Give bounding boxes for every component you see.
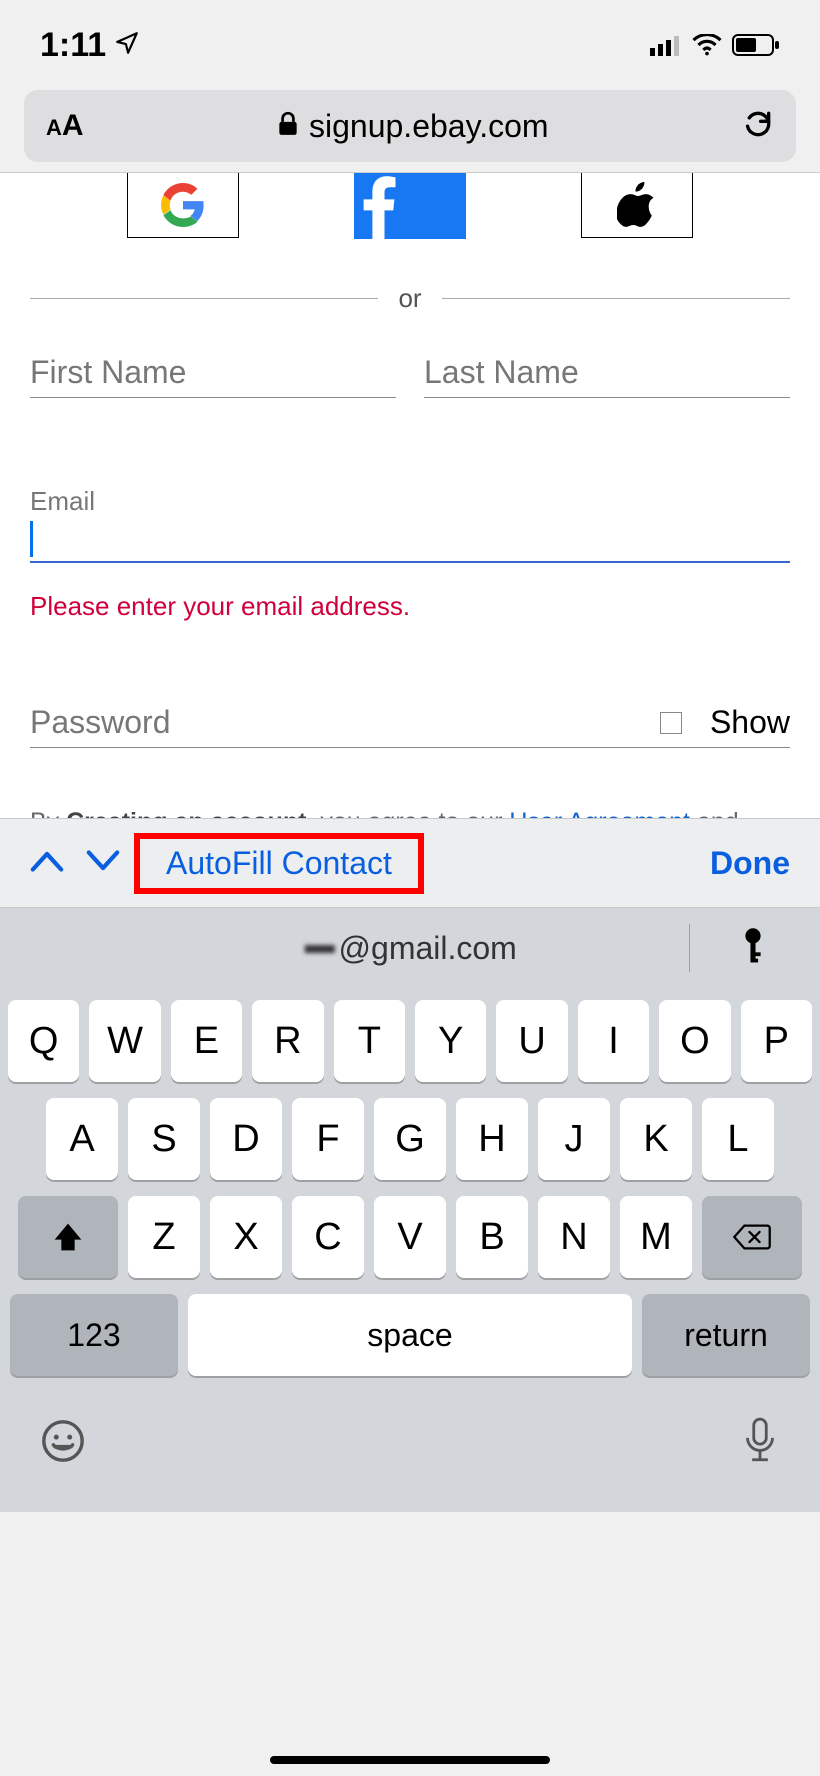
autofill-contact-button[interactable]: AutoFill Contact xyxy=(152,839,406,887)
text-size-button[interactable]: AA xyxy=(46,109,84,143)
key-c[interactable]: C xyxy=(292,1196,364,1278)
or-divider: or xyxy=(30,283,790,314)
keyboard-footer xyxy=(0,1394,820,1512)
password-field[interactable]: Password xyxy=(30,704,660,741)
page-content: or First Name Last Name Email Please ent… xyxy=(0,172,820,818)
reload-icon[interactable] xyxy=(742,108,774,145)
status-time: 1:11 xyxy=(40,26,106,65)
prev-field-icon[interactable] xyxy=(30,849,64,878)
key-s[interactable]: S xyxy=(128,1098,200,1180)
emoji-icon[interactable] xyxy=(40,1418,86,1469)
apple-signin-button[interactable] xyxy=(581,172,693,238)
numbers-key[interactable]: 123 xyxy=(10,1294,178,1376)
first-name-placeholder: First Name xyxy=(30,354,186,391)
wifi-icon xyxy=(692,26,722,65)
key-h[interactable]: H xyxy=(456,1098,528,1180)
cellular-icon xyxy=(650,26,682,65)
browser-address-bar[interactable]: AA signup.ebay.com xyxy=(24,90,796,162)
key-y[interactable]: Y xyxy=(415,1000,486,1082)
key-v[interactable]: V xyxy=(374,1196,446,1278)
key-p[interactable]: P xyxy=(741,1000,812,1082)
show-password-label[interactable]: Show xyxy=(710,704,790,741)
key-g[interactable]: G xyxy=(374,1098,446,1180)
key-q[interactable]: Q xyxy=(8,1000,79,1082)
key-a[interactable]: A xyxy=(46,1098,118,1180)
shift-key[interactable] xyxy=(18,1196,118,1278)
email-field[interactable] xyxy=(30,517,790,563)
first-name-field[interactable]: First Name xyxy=(30,358,396,398)
key-t[interactable]: T xyxy=(334,1000,405,1082)
key-d[interactable]: D xyxy=(210,1098,282,1180)
last-name-field[interactable]: Last Name xyxy=(424,358,790,398)
email-suggestion[interactable]: ▪▪▪▪ @gmail.com xyxy=(303,930,517,967)
last-name-placeholder: Last Name xyxy=(424,354,579,391)
key-x[interactable]: X xyxy=(210,1196,282,1278)
facebook-signin-button[interactable] xyxy=(354,173,466,239)
email-error-text: Please enter your email address. xyxy=(30,591,790,622)
email-label: Email xyxy=(30,486,790,517)
home-indicator[interactable] xyxy=(270,1756,550,1764)
key-k[interactable]: K xyxy=(620,1098,692,1180)
keyboard-suggestion-bar: ▪▪▪▪ @gmail.com xyxy=(0,908,820,988)
user-agreement-link[interactable]: User Agreement xyxy=(509,808,690,818)
key-f[interactable]: F xyxy=(292,1098,364,1180)
show-password-checkbox[interactable] xyxy=(660,712,682,734)
key-r[interactable]: R xyxy=(252,1000,323,1082)
url-text: signup.ebay.com xyxy=(309,108,549,145)
key-m[interactable]: M xyxy=(620,1196,692,1278)
status-bar: 1:11 xyxy=(0,0,820,90)
key-i[interactable]: I xyxy=(578,1000,649,1082)
or-text: or xyxy=(398,283,421,314)
google-signin-button[interactable] xyxy=(127,172,239,238)
key-u[interactable]: U xyxy=(496,1000,567,1082)
next-field-icon[interactable] xyxy=(86,849,120,878)
key-w[interactable]: W xyxy=(89,1000,160,1082)
key-b[interactable]: B xyxy=(456,1196,528,1278)
keyboard: QWERTYUIOP ASDFGHJKL ZXCVBNM 123 space r… xyxy=(0,988,820,1394)
keyboard-done-button[interactable]: Done xyxy=(710,845,790,882)
key-j[interactable]: J xyxy=(538,1098,610,1180)
autofill-highlight: AutoFill Contact xyxy=(134,833,424,894)
key-n[interactable]: N xyxy=(538,1196,610,1278)
dictation-icon[interactable] xyxy=(740,1416,780,1471)
terms-text: By Creating an account, you agree to our… xyxy=(30,804,790,818)
passwords-icon[interactable] xyxy=(738,927,768,970)
space-key[interactable]: space xyxy=(188,1294,632,1376)
key-o[interactable]: O xyxy=(659,1000,730,1082)
key-l[interactable]: L xyxy=(702,1098,774,1180)
backspace-key[interactable] xyxy=(702,1196,802,1278)
lock-icon xyxy=(277,108,299,145)
email-suggestion-suffix: @gmail.com xyxy=(339,930,517,967)
keyboard-toolbar: AutoFill Contact Done xyxy=(0,818,820,908)
key-e[interactable]: E xyxy=(171,1000,242,1082)
return-key[interactable]: return xyxy=(642,1294,810,1376)
location-icon xyxy=(114,26,140,65)
key-z[interactable]: Z xyxy=(128,1196,200,1278)
battery-icon xyxy=(732,26,780,65)
